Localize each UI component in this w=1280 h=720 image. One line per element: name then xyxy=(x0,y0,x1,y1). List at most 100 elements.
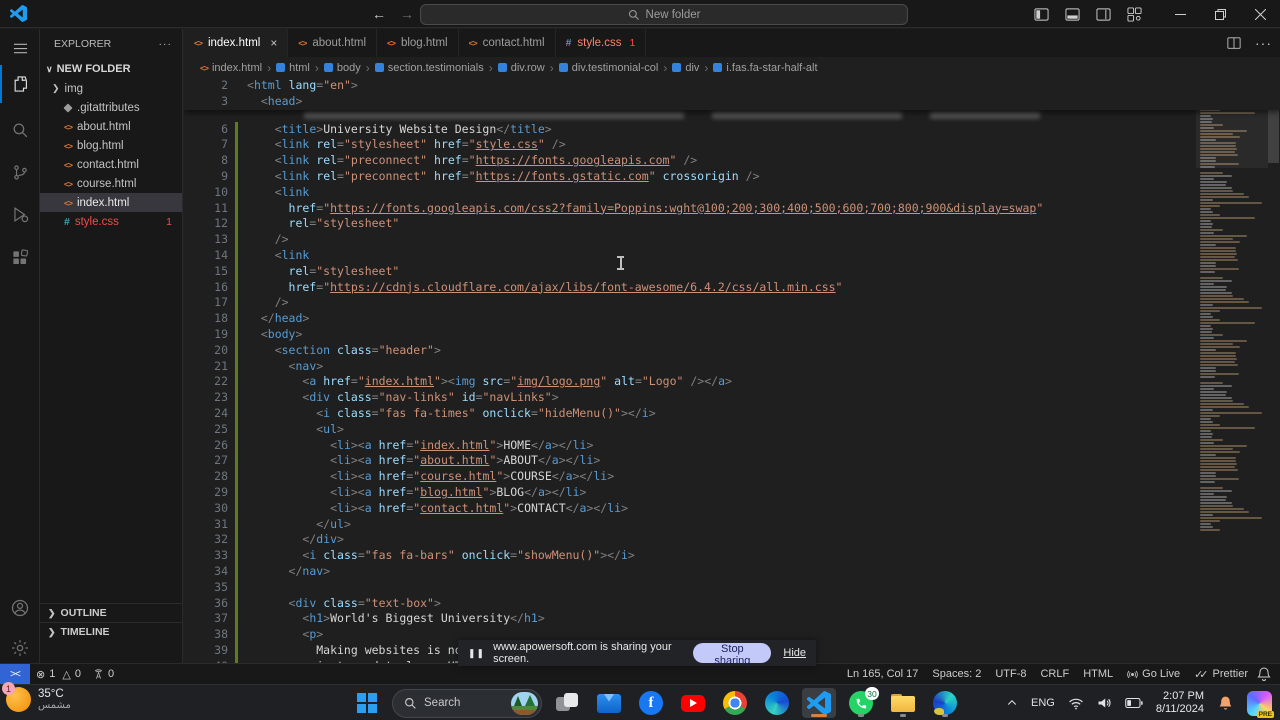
folder-root[interactable]: ∨ NEW FOLDER xyxy=(40,59,182,79)
tree-item-.gitattributes[interactable]: .gitattributes xyxy=(40,98,182,117)
toggle-sidebar-icon[interactable] xyxy=(1034,7,1049,22)
explorer-actions-icon[interactable]: ··· xyxy=(159,38,173,50)
facebook-icon: f xyxy=(639,691,663,715)
problems-indicator[interactable]: ⊗ 1 △ 0 xyxy=(30,668,87,681)
command-center-search[interactable]: New folder xyxy=(420,4,908,25)
chevron-right-icon: ❯ xyxy=(52,83,60,93)
chrome-app-icon[interactable] xyxy=(718,688,752,718)
close-tab-icon[interactable]: × xyxy=(270,36,277,50)
taskbar-search[interactable]: Search xyxy=(392,688,542,718)
editor-more-actions-icon[interactable]: ··· xyxy=(1255,35,1272,51)
minimap-line xyxy=(1200,430,1212,432)
task-view-button[interactable] xyxy=(550,688,584,718)
copilot-preview-icon[interactable]: PRE xyxy=(1247,690,1274,718)
stop-sharing-button[interactable]: Stop sharing xyxy=(693,643,772,667)
edge-beta-app-icon[interactable] xyxy=(928,688,962,718)
search-view-icon[interactable] xyxy=(0,111,40,149)
back-arrow-icon[interactable]: ← xyxy=(372,6,386,22)
taskbar-search-label: Search xyxy=(424,697,461,709)
minimap-line xyxy=(1200,514,1213,516)
breadcrumb-item[interactable]: div.row xyxy=(497,62,545,74)
prettier-indicator[interactable]: ✓✓ Prettier xyxy=(1188,668,1254,681)
notifications-bell-icon[interactable] xyxy=(1256,666,1272,682)
breadcrumb-item[interactable]: section.testimonials xyxy=(374,62,484,74)
tree-item-blog.html[interactable]: <> blog.html xyxy=(40,136,182,155)
minimap-line xyxy=(1200,208,1212,210)
search-highlight-image[interactable] xyxy=(511,691,538,715)
mail-app-icon[interactable] xyxy=(592,688,626,718)
weather-widget[interactable]: 1 35°C مشمس xyxy=(2,682,71,712)
breadcrumb-item[interactable]: div xyxy=(672,62,699,74)
chevron-right-icon: ❯ xyxy=(48,607,56,618)
youtube-app-icon[interactable] xyxy=(676,688,710,718)
menu-icon[interactable] xyxy=(0,29,40,67)
pause-icon[interactable]: ❚❚ xyxy=(468,648,485,659)
toggle-secondary-sidebar-icon[interactable] xyxy=(1096,7,1111,22)
clock[interactable]: 2:07 PM 8/11/2024 xyxy=(1156,690,1204,716)
edge-app-icon[interactable] xyxy=(760,688,794,718)
cursor-position[interactable]: Ln 165, Col 17 xyxy=(841,668,925,680)
minimize-button[interactable] xyxy=(1160,0,1200,28)
tab-contact.html[interactable]: <> contact.html xyxy=(458,29,556,57)
tab-about.html[interactable]: <> about.html xyxy=(288,29,378,57)
split-editor-icon[interactable] xyxy=(1227,36,1241,50)
breadcrumb-item[interactable]: div.testimonial-col xyxy=(558,62,658,74)
restore-button[interactable] xyxy=(1200,0,1240,28)
edge-icon xyxy=(765,691,789,715)
language-mode[interactable]: HTML xyxy=(1077,668,1119,680)
toggle-panel-icon[interactable] xyxy=(1065,7,1080,22)
breadcrumb-item[interactable]: <> index.html xyxy=(200,62,262,74)
breadcrumb-item[interactable]: body xyxy=(323,62,361,74)
minimap-line xyxy=(1200,418,1212,420)
volume-icon[interactable] xyxy=(1097,696,1112,710)
battery-icon[interactable] xyxy=(1125,697,1143,709)
tab-index.html[interactable]: <> index.html × xyxy=(184,29,289,57)
ports-indicator[interactable]: 0 xyxy=(87,668,120,680)
tray-chevron-up-icon[interactable] xyxy=(1006,697,1018,709)
tree-item-contact.html[interactable]: <> contact.html xyxy=(40,155,182,174)
customize-layout-icon[interactable] xyxy=(1127,6,1142,22)
eol-sequence[interactable]: CRLF xyxy=(1034,668,1075,680)
indentation[interactable]: Spaces: 2 xyxy=(926,668,987,680)
notification-bell-icon[interactable] xyxy=(1217,695,1234,712)
minimap[interactable] xyxy=(1200,82,1266,663)
explorer-icon[interactable] xyxy=(0,65,40,103)
source-control-icon[interactable] xyxy=(0,153,40,191)
sidebar-section-outline[interactable]: ❯ OUTLINE xyxy=(40,603,182,622)
minimap-line xyxy=(1200,328,1213,330)
encoding[interactable]: UTF-8 xyxy=(989,668,1032,680)
tree-item-style.css[interactable]: # style.css 1 xyxy=(40,212,182,231)
breadcrumb-item[interactable]: i.fas.fa-star-half-alt xyxy=(713,62,818,74)
line-number: 7 xyxy=(221,137,228,152)
forward-arrow-icon[interactable]: → xyxy=(400,6,414,22)
whatsapp-app-icon[interactable]: 30 xyxy=(844,687,879,718)
code-line: 20 <section class="header"> xyxy=(184,342,1280,359)
line-number: 22 xyxy=(214,374,228,389)
language-indicator[interactable]: ENG xyxy=(1031,697,1055,709)
tree-item-course.html[interactable]: <> course.html xyxy=(40,174,182,193)
go-live-button[interactable]: Go Live xyxy=(1121,668,1186,680)
remote-indicator[interactable]: >< xyxy=(0,663,30,685)
extensions-icon[interactable] xyxy=(0,239,40,277)
tree-item-index.html[interactable]: <> index.html xyxy=(40,193,182,212)
code-lines: 6 <title>University Website Design</titl… xyxy=(184,121,1280,663)
tree-item-img[interactable]: ❯ img xyxy=(40,79,182,98)
settings-gear-icon[interactable] xyxy=(0,629,40,667)
windows-taskbar: 1 35°C مشمس Search f 30 ENG 2:07 PM 8/11… xyxy=(0,682,1280,720)
sidebar-section-timeline[interactable]: ❯ TIMELINE xyxy=(40,622,182,641)
tab-blog.html[interactable]: <> blog.html xyxy=(377,29,459,57)
line-number: 21 xyxy=(214,358,228,373)
wifi-icon[interactable] xyxy=(1068,697,1084,710)
facebook-app-icon[interactable]: f xyxy=(634,688,668,718)
file-explorer-app-icon[interactable] xyxy=(886,688,920,718)
tree-item-about.html[interactable]: <> about.html xyxy=(40,117,182,136)
start-button[interactable] xyxy=(350,688,384,718)
code-editor[interactable]: 2 <html lang="en"> 3 <head> 6 <title>Unive… xyxy=(184,78,1280,663)
close-window-button[interactable] xyxy=(1240,0,1280,28)
breadcrumb-item[interactable]: html xyxy=(276,62,310,74)
hide-notification-link[interactable]: Hide xyxy=(783,647,806,659)
account-icon[interactable] xyxy=(0,589,40,627)
run-debug-icon[interactable] xyxy=(0,195,40,233)
vscode-app-icon[interactable] xyxy=(802,688,836,718)
tab-style.css[interactable]: # style.css 1 xyxy=(555,29,647,57)
